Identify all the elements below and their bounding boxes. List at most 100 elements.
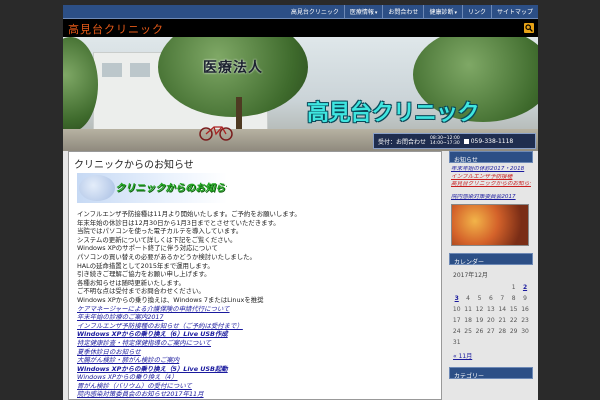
post-text-line: 各種お知らせは随時更新いたします。 <box>77 278 185 287</box>
contact-hours: 08:30~12:00 14:00~17:30 <box>430 136 460 146</box>
calendar-day: 29 <box>509 328 518 335</box>
nav-item-home[interactable]: 高見台クリニック <box>286 5 344 19</box>
calendar-day <box>485 337 496 348</box>
post-link[interactable]: ケアマネージャーによる介護保険の申請代行について <box>77 305 437 314</box>
calendar-day: 1 <box>511 284 516 291</box>
globe-icon <box>79 175 115 201</box>
calendar-week: 24 25 26 27 28 29 30 <box>451 326 531 337</box>
calendar-day: 5 <box>477 295 482 302</box>
post-link[interactable]: 年末年始の診療のご案内2017 <box>77 313 437 322</box>
widget-heading-categories: カテゴリー <box>449 367 533 380</box>
banner-clinic-name: 高見台クリニック <box>307 101 480 126</box>
calendar-day: 10 <box>452 306 461 313</box>
calendar-day <box>497 282 508 293</box>
calendar-day: 9 <box>523 295 527 302</box>
site-title[interactable]: 高見台クリニック <box>68 21 164 37</box>
post-link[interactable]: 夏季休診日のお知らせ <box>77 348 437 357</box>
post-text-line: インフルエンザ予防接種は11月より開始いたします。ご予約をお願いします。 <box>77 210 301 218</box>
post-text-line: 当院ではパソコンを使った電子カルテを導入しています。 <box>77 227 243 236</box>
calendar-week: 3456789 <box>451 293 531 304</box>
sidebar: お知らせ 年末年始の休診2017・2018 インフルエンザ予防接種 高見台クリニック… <box>449 151 533 400</box>
header-banner: 医療法人 高見台クリニック 受付：お問合わせ 08:30~12:00 14:00… <box>63 37 538 151</box>
banner-corp-label: 医療法人 <box>203 60 263 76</box>
calendar-day: 23 <box>521 317 529 324</box>
contact-label: 受付：お問合わせ <box>378 138 427 146</box>
calendar-day[interactable]: 2 <box>519 282 530 293</box>
nav-item-links[interactable]: リンク <box>461 5 491 19</box>
post-text-line: 引き続きご理解ご協力をお願い申し上げます。 <box>77 270 211 279</box>
calendar-grid: 1 2 3 4 5 6 7 8 9 10 11 12 13 14 15 16 17 18 19 20 21 22 23 24 2… <box>451 282 531 348</box>
calendar-day: 6 <box>488 295 493 302</box>
post-link[interactable]: Windows XPからの乗り換え（5）Live USB起動 <box>77 365 437 374</box>
calendar-day: 30 <box>521 328 529 335</box>
nav-item-sitemap[interactable]: サイトマップ <box>490 5 538 19</box>
sidebar-news-link[interactable]: 年末年始の休診2017・2018 <box>451 166 531 174</box>
autumn-leaves-image <box>451 204 529 246</box>
calendar-day <box>462 282 473 293</box>
search-button[interactable] <box>524 23 534 33</box>
calendar-week: 31 <box>451 337 531 348</box>
post-body: インフルエンザ予防接種は11月より開始いたします。ご予約をお願いします。 年末年始… <box>77 210 437 399</box>
page: 高見台クリニック 医療情報▾ お問合わせ 健康診断▾ リンク サイトマップ 高見… <box>63 5 538 400</box>
calendar-day: 11 <box>464 306 472 313</box>
calendar-day: 7 <box>500 295 505 302</box>
post-text-line: システムの更新について詳しくは下記をご覧ください。 <box>77 235 237 244</box>
chevron-down-icon: ▾ <box>454 10 457 16</box>
calendar-day <box>519 337 530 348</box>
post-link[interactable]: インフルエンザ予防接種のお知らせ（ご予約は受付まで） <box>77 322 437 331</box>
widget-heading-calendar: カレンダー <box>449 253 533 266</box>
calendar-day <box>474 282 485 293</box>
calendar-day: 21 <box>498 317 507 324</box>
top-navigation: 高見台クリニック 医療情報▾ お問合わせ 健康診断▾ リンク サイトマップ <box>63 5 538 19</box>
calendar-week: 17 18 19 20 21 22 23 <box>451 315 531 326</box>
post-link[interactable]: 胃がん検診（バリウム）の受付について <box>77 382 437 391</box>
notice-banner-text: クリニックからのお知らせ <box>115 183 227 194</box>
contact-phone: 059-338-1118 <box>463 138 513 145</box>
calendar-day: 20 <box>487 317 495 324</box>
calendar-week: 10 11 12 13 14 15 16 <box>451 304 531 315</box>
calendar-day: 8 <box>511 295 516 302</box>
nav-item-contact[interactable]: お問合わせ <box>382 5 423 19</box>
main-content: クリニックからのお知らせ クリニックからのお知らせ インフルエンザ予防接種は11… <box>68 151 442 400</box>
calendar-day: 24 <box>452 328 461 335</box>
post-link[interactable]: 特定健康診査・特定保健指導のご案内について <box>77 339 437 348</box>
calendar-day <box>451 282 462 293</box>
calendar-day: 15 <box>509 306 518 313</box>
widget-calendar: 2017年12月 1 2 3 4 5 6 7 8 9 10 11 12 13 14 15 16 17 18 19 20… <box>449 265 533 363</box>
sidebar-news-link[interactable]: 院内感染対策委員会2017 <box>451 194 531 202</box>
post-link[interactable]: Windows XPからの乗り換え（6）Live USB作成 <box>77 330 437 339</box>
chevron-down-icon: ▾ <box>374 10 378 16</box>
calendar-day: 26 <box>475 328 484 335</box>
calendar-day <box>485 282 496 293</box>
post-text-line: パソコンの買い替えの必要があるかどうか検討いたしました。 <box>77 252 256 261</box>
post-text-line: ご不明な点は受付までお問合わせください。 <box>77 287 205 296</box>
search-icon <box>525 24 533 32</box>
post-text-line: HALの延命措置として2015年まで運用します。 <box>77 261 214 270</box>
calendar-day: 19 <box>475 317 484 324</box>
calendar-day: 31 <box>452 339 461 346</box>
calendar-day: 4 <box>466 295 470 302</box>
sidebar-news-link[interactable]: インフルエンザ予防接種 <box>451 174 531 182</box>
notice-banner-image[interactable]: クリニックからのお知らせ <box>77 173 227 203</box>
post-link[interactable]: 大腸がん検診・肺がん検診のご案内 <box>77 356 437 365</box>
calendar-day[interactable]: 3 <box>451 293 462 304</box>
calendar-day: 25 <box>464 328 472 335</box>
sidebar-news-link[interactable]: 高見台クリニックからのお知らせ20171121 <box>451 181 531 189</box>
post-link[interactable]: 院内感染対策委員会のお知らせ2017年11月 <box>77 390 437 399</box>
calendar-prev-link[interactable]: « 11月 <box>453 351 531 360</box>
post-link[interactable]: Windows XPからの乗り換え（4） <box>77 373 437 382</box>
calendar-day: 27 <box>487 328 495 335</box>
post-title[interactable]: クリニックからのお知らせ <box>74 156 194 171</box>
nav-item-medical-info[interactable]: 医療情報▾ <box>343 5 383 19</box>
nav-item-health-check[interactable]: 健康診断▾ <box>423 5 462 19</box>
calendar-day <box>497 337 508 348</box>
calendar-day: 13 <box>487 306 495 313</box>
calendar-day <box>474 337 485 348</box>
widget-news: 年末年始の休診2017・2018 インフルエンザ予防接種 高見台クリニックからのお知… <box>449 163 533 249</box>
bicycle-image <box>199 126 233 141</box>
calendar-day: 14 <box>498 306 507 313</box>
post-text-line: 年末年始の休診日は12月30日から1月3日までとさせていただきます。 <box>77 218 280 227</box>
calendar-day: 17 <box>452 317 461 324</box>
widget-heading-news: お知らせ <box>449 151 533 164</box>
calendar-caption: 2017年12月 <box>453 272 488 279</box>
